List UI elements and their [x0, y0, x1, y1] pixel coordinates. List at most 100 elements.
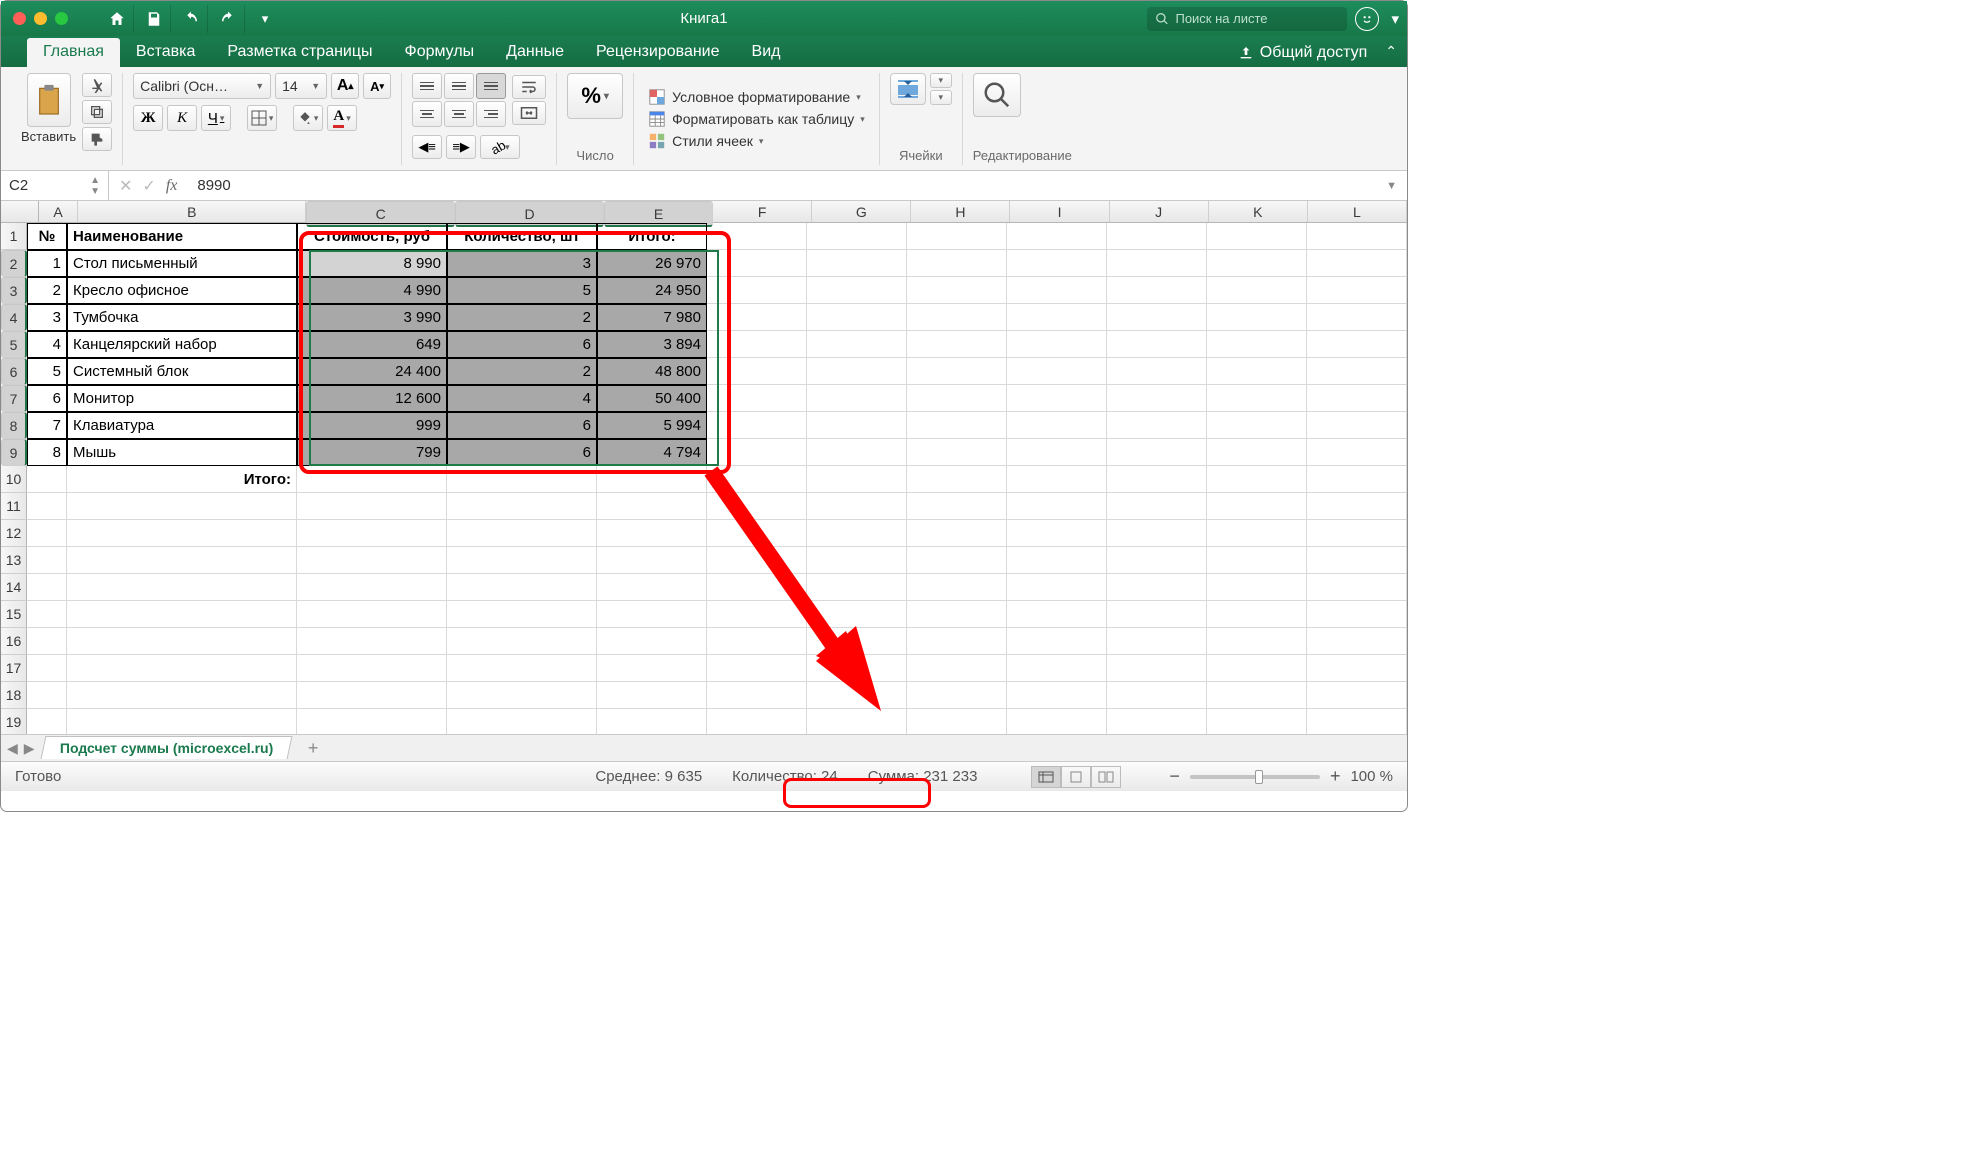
format-painter-button[interactable]: [82, 127, 112, 151]
cell-L9[interactable]: [1307, 439, 1407, 466]
cell-F3[interactable]: [707, 277, 807, 304]
cell-J6[interactable]: [1107, 358, 1207, 385]
undo-icon[interactable]: [174, 5, 208, 33]
view-page-layout[interactable]: [1061, 766, 1091, 788]
cell-B12[interactable]: [67, 520, 297, 547]
cell-H10[interactable]: [907, 466, 1007, 493]
cell-J3[interactable]: [1107, 277, 1207, 304]
cell-J13[interactable]: [1107, 547, 1207, 574]
row-header-9[interactable]: 9: [1, 439, 27, 466]
cell-C7[interactable]: 12 600: [297, 385, 447, 412]
cell-B19[interactable]: [67, 709, 297, 734]
cell-F11[interactable]: [707, 493, 807, 520]
cell-H17[interactable]: [907, 655, 1007, 682]
cell-A3[interactable]: 2: [27, 277, 67, 304]
name-box[interactable]: C2 ▲▼: [1, 171, 109, 200]
cell-F17[interactable]: [707, 655, 807, 682]
cell-B16[interactable]: [67, 628, 297, 655]
cell-F13[interactable]: [707, 547, 807, 574]
zoom-window[interactable]: [55, 12, 68, 25]
cell-E13[interactable]: [597, 547, 707, 574]
cell-E8[interactable]: 5 994: [597, 412, 707, 439]
cell-E6[interactable]: 48 800: [597, 358, 707, 385]
cell-C8[interactable]: 999: [297, 412, 447, 439]
cell-D18[interactable]: [447, 682, 597, 709]
cell-D7[interactable]: 4: [447, 385, 597, 412]
cell-L2[interactable]: [1307, 250, 1407, 277]
cell-I9[interactable]: [1007, 439, 1107, 466]
cell-G15[interactable]: [807, 601, 907, 628]
row-header-11[interactable]: 11: [1, 493, 27, 520]
cell-H15[interactable]: [907, 601, 1007, 628]
view-page-break[interactable]: [1091, 766, 1121, 788]
home-icon[interactable]: [100, 5, 134, 33]
cell-K9[interactable]: [1207, 439, 1307, 466]
formula-expand-icon[interactable]: ▼: [1376, 180, 1407, 192]
cell-D10[interactable]: [447, 466, 597, 493]
cell-A2[interactable]: 1: [27, 250, 67, 277]
cell-D3[interactable]: 5: [447, 277, 597, 304]
cell-C3[interactable]: 4 990: [297, 277, 447, 304]
cell-J11[interactable]: [1107, 493, 1207, 520]
cell-J15[interactable]: [1107, 601, 1207, 628]
cell-D8[interactable]: 6: [447, 412, 597, 439]
cell-K15[interactable]: [1207, 601, 1307, 628]
number-format-button[interactable]: %▾: [567, 73, 623, 119]
cell-C14[interactable]: [297, 574, 447, 601]
font-name-select[interactable]: Calibri (Осн…▼: [133, 73, 271, 99]
cell-C15[interactable]: [297, 601, 447, 628]
cell-B1[interactable]: Наименование: [67, 223, 297, 250]
cell-G12[interactable]: [807, 520, 907, 547]
cell-F6[interactable]: [707, 358, 807, 385]
qat-customize-icon[interactable]: ▾: [248, 5, 282, 33]
cell-A12[interactable]: [27, 520, 67, 547]
cell-I5[interactable]: [1007, 331, 1107, 358]
col-header-G[interactable]: G: [812, 201, 911, 222]
cell-E12[interactable]: [597, 520, 707, 547]
cell-I8[interactable]: [1007, 412, 1107, 439]
cell-H9[interactable]: [907, 439, 1007, 466]
cell-K3[interactable]: [1207, 277, 1307, 304]
align-right[interactable]: [476, 101, 506, 127]
cell-L4[interactable]: [1307, 304, 1407, 331]
cell-I1[interactable]: [1007, 223, 1107, 250]
cell-H3[interactable]: [907, 277, 1007, 304]
cell-I3[interactable]: [1007, 277, 1107, 304]
cell-J18[interactable]: [1107, 682, 1207, 709]
cell-I19[interactable]: [1007, 709, 1107, 734]
cell-L17[interactable]: [1307, 655, 1407, 682]
cell-B11[interactable]: [67, 493, 297, 520]
col-header-H[interactable]: H: [911, 201, 1010, 222]
minimize-window[interactable]: [34, 12, 47, 25]
cell-G7[interactable]: [807, 385, 907, 412]
cell-G5[interactable]: [807, 331, 907, 358]
cell-L1[interactable]: [1307, 223, 1407, 250]
cell-J7[interactable]: [1107, 385, 1207, 412]
cell-L16[interactable]: [1307, 628, 1407, 655]
cell-C10[interactable]: [297, 466, 447, 493]
increase-font-button[interactable]: A▴: [331, 73, 359, 99]
tab-view[interactable]: Вид: [736, 38, 797, 67]
col-header-A[interactable]: A: [39, 201, 79, 222]
cell-D16[interactable]: [447, 628, 597, 655]
cancel-icon[interactable]: ✕: [119, 176, 132, 196]
cell-F14[interactable]: [707, 574, 807, 601]
cell-F1[interactable]: [707, 223, 807, 250]
cell-J12[interactable]: [1107, 520, 1207, 547]
cell-D13[interactable]: [447, 547, 597, 574]
view-normal[interactable]: [1031, 766, 1061, 788]
cell-G9[interactable]: [807, 439, 907, 466]
cell-B9[interactable]: Мышь: [67, 439, 297, 466]
cell-B5[interactable]: Канцелярский набор: [67, 331, 297, 358]
increase-indent[interactable]: ≡▶: [446, 135, 476, 159]
cell-G3[interactable]: [807, 277, 907, 304]
cell-K1[interactable]: [1207, 223, 1307, 250]
cell-C19[interactable]: [297, 709, 447, 734]
cell-H13[interactable]: [907, 547, 1007, 574]
cell-K2[interactable]: [1207, 250, 1307, 277]
cell-E4[interactable]: 7 980: [597, 304, 707, 331]
cell-G2[interactable]: [807, 250, 907, 277]
cell-G1[interactable]: [807, 223, 907, 250]
cell-A17[interactable]: [27, 655, 67, 682]
cell-L15[interactable]: [1307, 601, 1407, 628]
